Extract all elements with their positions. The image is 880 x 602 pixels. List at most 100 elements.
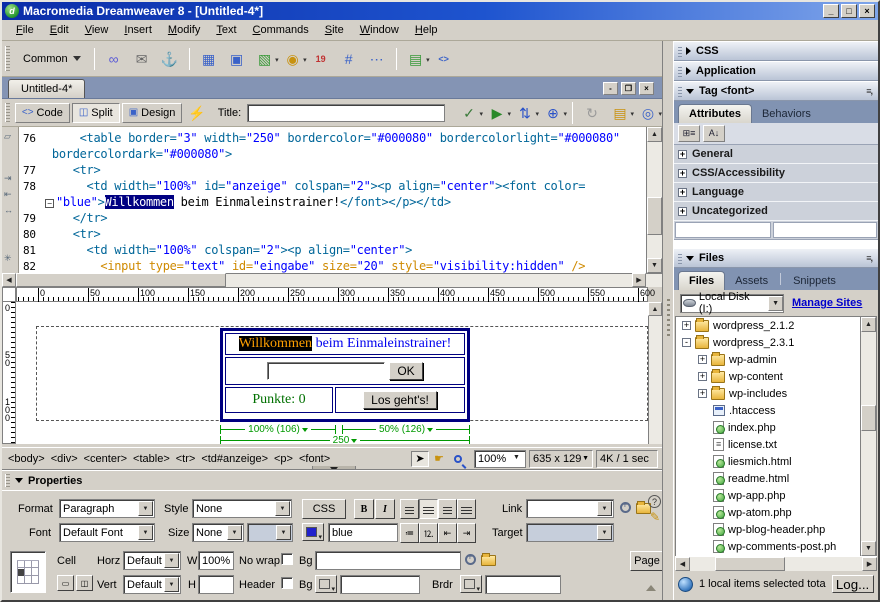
expand-icon[interactable]: +	[682, 321, 691, 330]
dock-splitter[interactable]	[662, 41, 674, 600]
tree-item[interactable]: wp-app.php	[676, 487, 876, 504]
format-dropdown[interactable]: Paragraph	[59, 499, 155, 518]
code-line[interactable]: 76 <table border="3" width="250" borderc…	[19, 131, 646, 147]
window-size-dropdown[interactable]: 635 x 129▼	[529, 450, 593, 468]
tab-files[interactable]: Files	[678, 271, 725, 290]
title-input[interactable]	[247, 104, 445, 122]
indent-button[interactable]: ⇥	[457, 523, 476, 543]
table-cell-punkte[interactable]: Punkte: 0	[225, 387, 333, 413]
tag-selector-item[interactable]: <center>	[84, 453, 127, 465]
view-options-icon[interactable]: ▤	[608, 101, 632, 125]
menu-file[interactable]: File	[8, 21, 42, 39]
tag-selector-item[interactable]: <p>	[274, 453, 293, 465]
tab-attributes[interactable]: Attributes	[678, 104, 752, 123]
date-icon[interactable]: 19	[309, 47, 333, 71]
tag-selector-item[interactable]: <body>	[8, 453, 45, 465]
table-icon[interactable]: ▦	[197, 47, 221, 71]
application-panel-header[interactable]: Application	[674, 61, 878, 81]
code-vertical-scrollbar[interactable]: ▲ ▼	[646, 127, 662, 273]
scroll-down-icon[interactable]: ▼	[861, 541, 876, 556]
answer-input[interactable]	[267, 362, 385, 380]
attribute-editor-row[interactable]	[674, 221, 878, 239]
split-view-button[interactable]: ◫Split	[72, 103, 120, 123]
bold-button[interactable]: B	[354, 499, 374, 519]
scroll-down-icon[interactable]: ▼	[647, 258, 662, 273]
scroll-right-icon[interactable]: ▶	[862, 557, 877, 571]
attribute-category-language[interactable]: +Language	[674, 183, 878, 202]
file-management-icon[interactable]: ⇅	[513, 101, 537, 125]
scroll-up-icon[interactable]: ▲	[648, 302, 662, 316]
doc-toolbar-grip[interactable]	[5, 103, 10, 122]
tab-assets[interactable]: Assets	[725, 272, 778, 290]
design-table[interactable]: Willkommen beim Einmaleinstrainer! OK Pu…	[220, 328, 470, 422]
text-color-swatch[interactable]	[302, 523, 324, 541]
scroll-right-icon[interactable]: ▶	[632, 273, 646, 287]
scroll-left-icon[interactable]: ◀	[675, 557, 690, 571]
tree-item[interactable]: liesmich.html	[676, 453, 876, 470]
panel-options-icon[interactable]: ≡,	[866, 253, 872, 263]
files-panel-header[interactable]: Files ≡,	[674, 248, 878, 268]
refresh-icon[interactable]: ↻	[580, 101, 604, 125]
tag-chooser-icon[interactable]: <>	[432, 47, 456, 71]
table-cell-anzeige[interactable]: Willkommen beim Einmaleinstrainer!	[225, 333, 465, 355]
scroll-up-icon[interactable]: ▲	[647, 127, 662, 142]
expand-icon[interactable]: +	[678, 188, 687, 197]
log-button[interactable]: Log...	[832, 575, 874, 593]
code-line[interactable]: bordercolordark="#000080">	[19, 147, 646, 163]
scroll-left-icon[interactable]: ◀	[2, 273, 16, 287]
close-button[interactable]: ×	[859, 4, 875, 18]
tree-item[interactable]: index.php	[676, 419, 876, 436]
scroll-thumb[interactable]	[715, 557, 785, 571]
insert-category-dropdown[interactable]: Common	[15, 50, 89, 68]
preview-browser-icon[interactable]: ⊕	[541, 101, 565, 125]
collapse-selection-icon[interactable]: ⇤	[4, 189, 12, 200]
tree-item[interactable]: +wp-content	[676, 368, 876, 385]
outdent-button[interactable]: ⇤	[438, 523, 457, 543]
width-field[interactable]: 100%	[198, 551, 234, 570]
column-width-indicator-right[interactable]: 50% (126)	[342, 425, 470, 434]
code-line[interactable]: 80 <tr>	[19, 227, 646, 243]
align-left-button[interactable]	[400, 499, 419, 519]
scroll-thumb[interactable]	[16, 273, 226, 287]
menu-edit[interactable]: Edit	[42, 21, 77, 39]
tag-selector-item[interactable]: <table>	[133, 453, 170, 465]
select-tool[interactable]: ➤	[411, 451, 429, 467]
table-width-indicator[interactable]: 250	[220, 436, 470, 444]
code-view[interactable]: ▱ ⇥ ⇤ ↔ ✳ 76 <table border="3" width="25…	[2, 127, 662, 273]
scroll-up-icon[interactable]: ▲	[861, 317, 876, 332]
align-justify-button[interactable]	[457, 499, 476, 519]
table-cell-input[interactable]: OK	[225, 357, 465, 385]
menu-modify[interactable]: Modify	[160, 21, 208, 39]
tree-item[interactable]: wp-atom.php	[676, 504, 876, 521]
browse-folder-icon[interactable]	[481, 555, 496, 566]
vert-dropdown[interactable]: Default	[123, 575, 181, 594]
images-icon[interactable]: ▧	[253, 47, 277, 71]
bg-image-field[interactable]	[315, 551, 461, 570]
email-link-icon[interactable]: ✉	[130, 47, 154, 71]
quick-tag-edit-icon[interactable]: ✎	[647, 509, 663, 525]
code-line[interactable]: 77 <tr>	[19, 163, 646, 179]
style-dropdown[interactable]: None	[192, 499, 292, 518]
expand-all-icon[interactable]: ↔	[4, 205, 13, 215]
toolbar-grip[interactable]	[5, 46, 10, 71]
visual-aids-icon[interactable]: ◎	[636, 101, 660, 125]
css-button[interactable]: CSS	[302, 499, 346, 519]
code-line[interactable]: 79 </tr>	[19, 211, 646, 227]
align-right-button[interactable]	[438, 499, 457, 519]
align-center-button[interactable]	[419, 499, 438, 519]
help-icon[interactable]: ?	[648, 495, 661, 508]
named-anchor-icon[interactable]: ⚓	[158, 47, 182, 71]
menu-commands[interactable]: Commands	[245, 21, 317, 39]
magnification-dropdown[interactable]: 100%	[474, 450, 526, 468]
size-dropdown[interactable]: None	[192, 523, 244, 542]
properties-grip[interactable]	[5, 474, 10, 487]
templates-icon[interactable]: ▤	[404, 47, 428, 71]
expander-arrow-icon[interactable]	[646, 585, 656, 591]
tag-selector-item[interactable]: <font>	[299, 453, 330, 465]
size-unit-dropdown[interactable]	[247, 523, 293, 542]
design-view[interactable]: Willkommen beim Einmaleinstrainer! OK Pu…	[16, 302, 648, 444]
ok-button[interactable]: OK	[389, 362, 422, 380]
text-color-field[interactable]: blue	[328, 523, 398, 542]
server-include-icon[interactable]: #	[337, 47, 361, 71]
tag-panel-header[interactable]: Tag <font> ≡,	[674, 81, 878, 101]
